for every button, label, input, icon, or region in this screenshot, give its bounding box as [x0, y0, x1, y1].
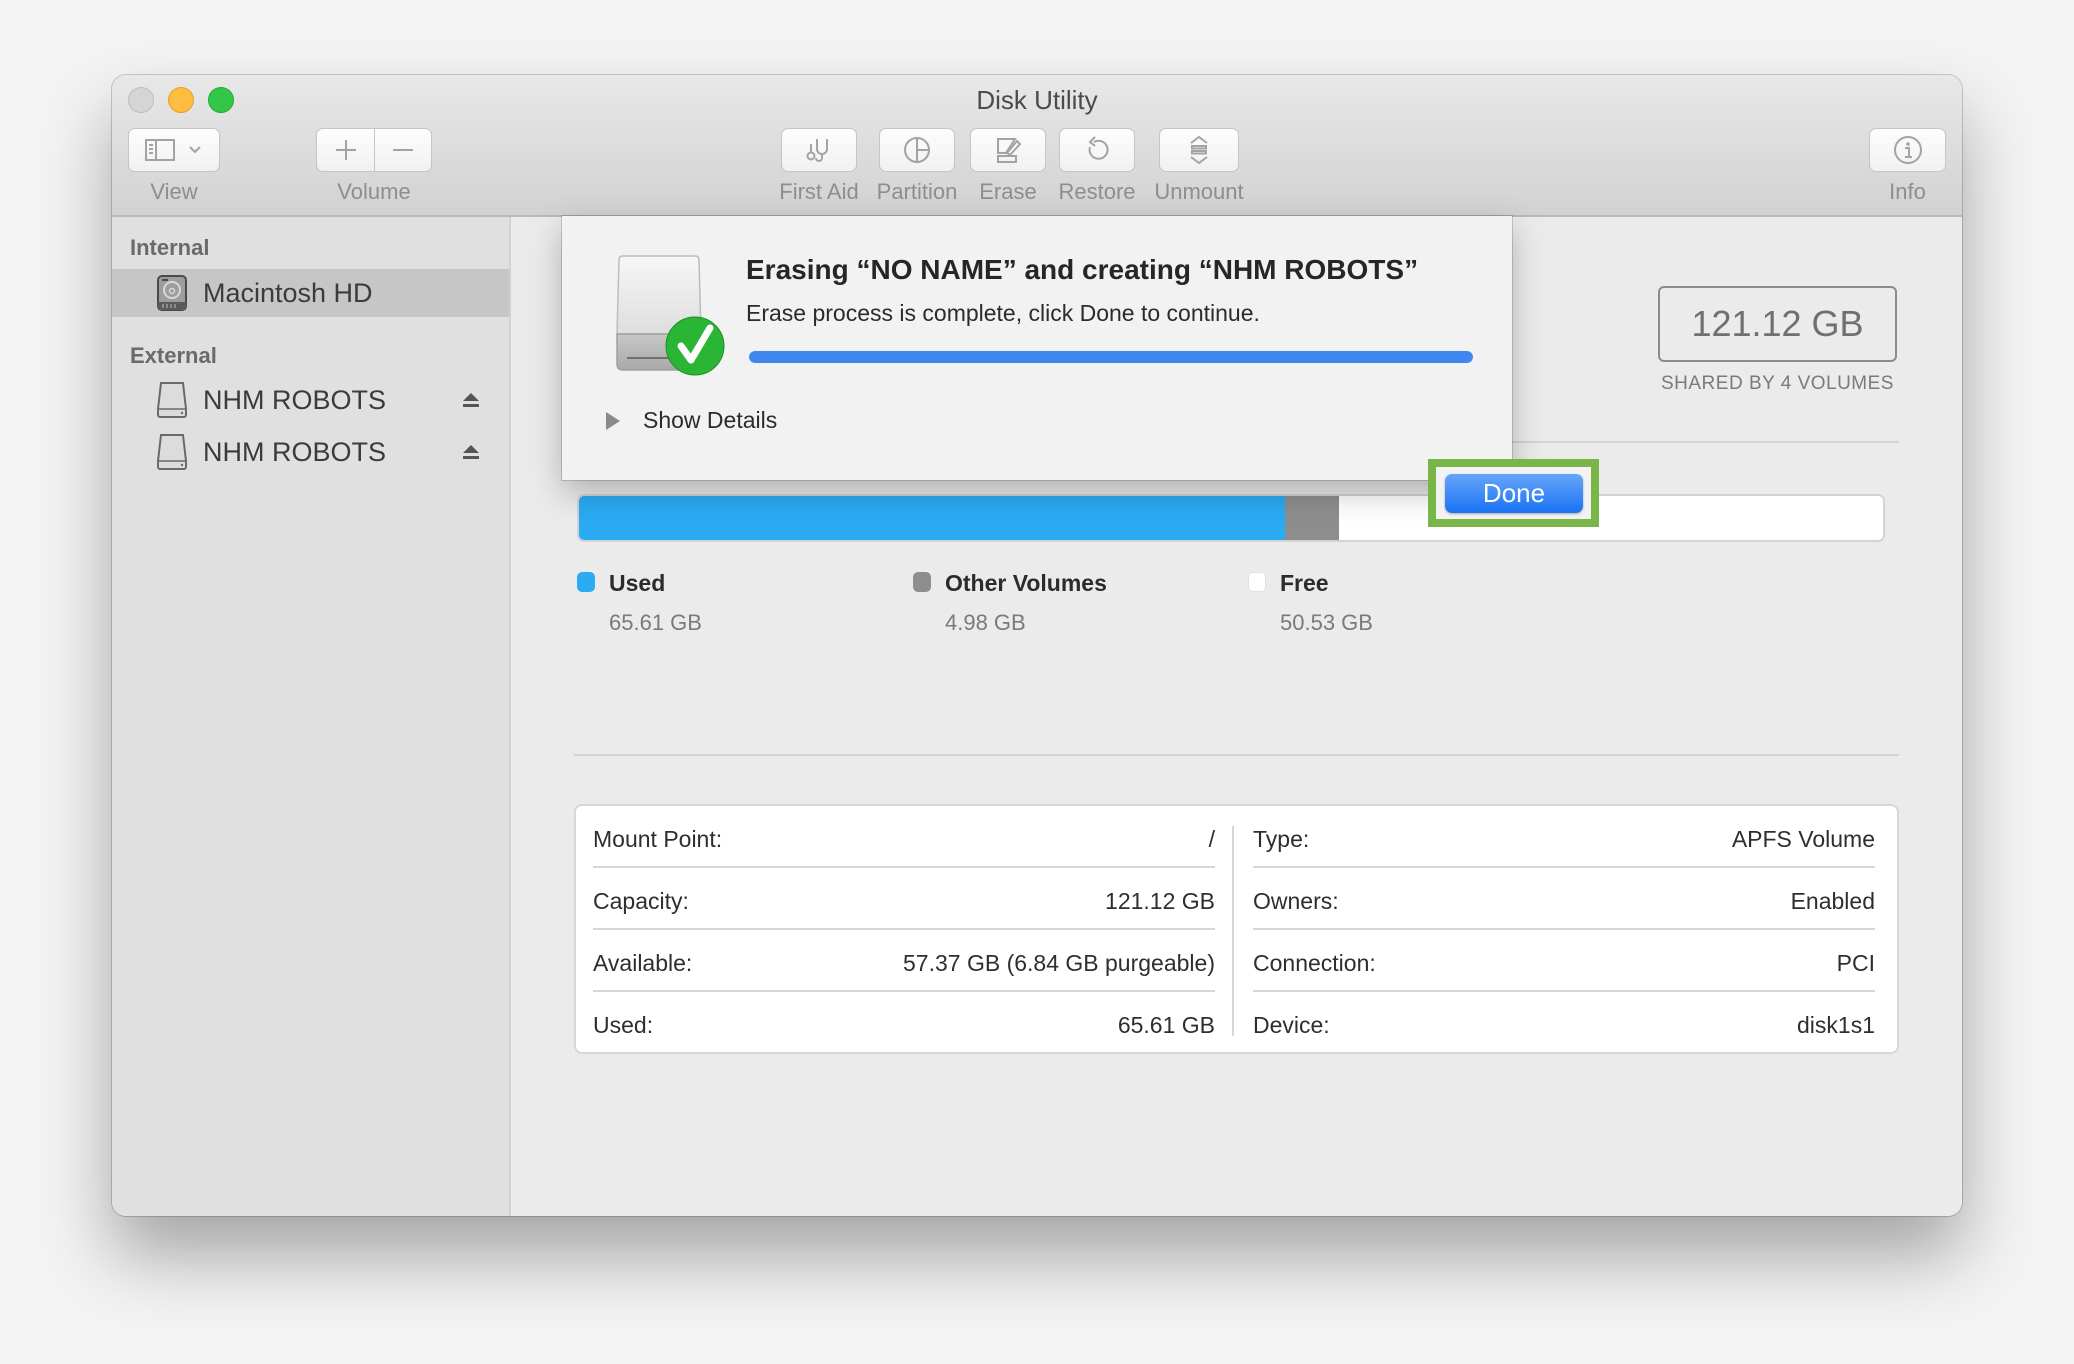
- first-aid-label: First Aid: [779, 179, 859, 204]
- info-column-divider: [1232, 826, 1234, 1036]
- external-drive-check-icon: [616, 255, 725, 376]
- partition-button[interactable]: [879, 128, 955, 172]
- unmount-label: Unmount: [1154, 179, 1244, 204]
- legend-swatch: [913, 572, 931, 592]
- info-label: Info: [1889, 179, 1926, 204]
- erase-icon: [997, 138, 1022, 163]
- info-column-right: Type: APFS Volume Owners: Enabled Connection…: [1253, 806, 1875, 1052]
- toolbar: Disk Utility View Volume First Aid Parti…: [112, 75, 1962, 217]
- first-aid-button[interactable]: [781, 128, 857, 172]
- internal-disk-icon: [157, 275, 187, 311]
- restore-label: Restore: [1058, 179, 1136, 204]
- info-icon: [1893, 136, 1922, 164]
- volume-label: Volume: [337, 179, 411, 204]
- legend-value: 4.98 GB: [945, 610, 1026, 635]
- legend-label: Other Volumes: [945, 570, 1107, 596]
- info-row: Capacity: 121.12 GB: [593, 868, 1215, 930]
- sidebar-item-nhm-robots-2[interactable]: NHM ROBOTS: [112, 428, 509, 476]
- plus-icon: [335, 140, 356, 160]
- stethoscope-icon: [806, 139, 828, 162]
- remove-volume-button[interactable]: [374, 128, 432, 172]
- info-key: Capacity:: [593, 888, 689, 914]
- info-key: Available:: [593, 950, 693, 976]
- legend-swatch: [577, 572, 595, 592]
- sidebar-item-label: NHM ROBOTS: [203, 384, 387, 415]
- info-row: Connection: PCI: [1253, 930, 1875, 992]
- legend-value: 50.53 GB: [1280, 610, 1373, 635]
- sidebar: Internal Macintosh HD External NHM ROBOT…: [112, 217, 511, 1216]
- progress-fill: [749, 351, 1473, 363]
- separator: [574, 754, 1899, 756]
- dialog-message: Erase process is complete, click Done to…: [746, 300, 1260, 326]
- done-button[interactable]: Done: [1445, 474, 1583, 513]
- unmount-button[interactable]: [1159, 128, 1239, 172]
- info-value: 57.37 GB (6.84 GB purgeable): [903, 950, 1215, 976]
- erase-complete-dialog: Erasing “NO NAME” and creating “NHM ROBO…: [562, 216, 1599, 527]
- info-row: Used: 65.61 GB: [593, 992, 1215, 1054]
- info-value: 65.61 GB: [1117, 1012, 1215, 1038]
- chevron-down-icon: [189, 146, 201, 154]
- legend-value: 65.61 GB: [609, 610, 702, 635]
- erase-progress-bar: [749, 351, 1473, 363]
- sidebar-item-label: NHM ROBOTS: [203, 436, 387, 467]
- restore-button[interactable]: [1059, 128, 1135, 172]
- info-row: Type: APFS Volume: [1253, 806, 1875, 868]
- info-column-left: Mount Point: / Capacity: 121.12 GB Available…: [593, 806, 1215, 1052]
- disk-utility-window: Disk Utility View Volume First Aid Parti…: [112, 75, 1962, 1216]
- info-key: Used:: [593, 1012, 654, 1038]
- disclosure-triangle-icon: [606, 411, 620, 430]
- eject-icon[interactable]: [462, 443, 480, 461]
- info-row: Mount Point: /: [593, 806, 1215, 868]
- usage-bar: [577, 494, 1885, 542]
- external-disk-icon: [157, 382, 187, 418]
- info-value: disk1s1: [1797, 1012, 1875, 1038]
- legend-swatch: [1248, 572, 1266, 592]
- minus-icon: [393, 149, 413, 151]
- sidebar-item-label: Macintosh HD: [203, 277, 373, 308]
- info-row: Device: disk1s1: [1253, 992, 1875, 1054]
- erase-button[interactable]: [970, 128, 1046, 172]
- info-table: Mount Point: / Capacity: 121.12 GB Available…: [574, 804, 1899, 1054]
- info-value: 121.12 GB: [1105, 888, 1215, 914]
- usage-segment-free: [1338, 496, 1883, 540]
- external-disk-icon: [157, 434, 187, 470]
- usage-segment-used: [579, 496, 1286, 540]
- show-details-toggle[interactable]: Show Details: [606, 407, 777, 434]
- info-key: Type:: [1253, 826, 1310, 852]
- capacity-box: 121.12 GB: [1658, 286, 1897, 362]
- info-row: Available: 57.37 GB (6.84 GB purgeable): [593, 930, 1215, 992]
- shared-by-label: SHARED BY 4 VOLUMES: [1660, 373, 1894, 394]
- info-key: Owners:: [1253, 888, 1339, 914]
- sidebar-item-nhm-robots-1[interactable]: NHM ROBOTS: [112, 376, 509, 424]
- info-button[interactable]: [1869, 128, 1946, 172]
- info-value: APFS Volume: [1731, 826, 1875, 852]
- info-key: Mount Point:: [593, 826, 723, 852]
- dialog-title: Erasing “NO NAME” and creating “NHM ROBO…: [746, 254, 1419, 285]
- add-volume-button[interactable]: [316, 128, 375, 172]
- sidebar-item-macintosh-hd[interactable]: Macintosh HD: [112, 269, 509, 317]
- info-row: Owners: Enabled: [1253, 868, 1875, 930]
- sidebar-section-external: External: [130, 343, 217, 368]
- info-value: PCI: [1836, 950, 1875, 976]
- view-button[interactable]: [128, 128, 220, 172]
- legend-label: Free: [1280, 570, 1329, 596]
- restore-arrow-icon: [1088, 136, 1109, 160]
- sidebar-toggle-icon: [145, 139, 201, 161]
- unmount-icon: [1190, 135, 1208, 165]
- info-key: Device:: [1253, 1012, 1330, 1038]
- usage-segment-other-volumes: [1285, 496, 1339, 540]
- partition-pie-icon: [904, 137, 930, 163]
- info-value: /: [1208, 826, 1215, 852]
- info-key: Connection:: [1253, 950, 1376, 976]
- view-label: View: [150, 179, 198, 204]
- info-value: Enabled: [1790, 888, 1875, 914]
- sidebar-section-internal: Internal: [130, 235, 210, 260]
- show-details-label: Show Details: [643, 407, 778, 433]
- window-title: Disk Utility: [976, 85, 1098, 115]
- legend-label: Used: [609, 570, 666, 596]
- eject-icon[interactable]: [462, 391, 480, 409]
